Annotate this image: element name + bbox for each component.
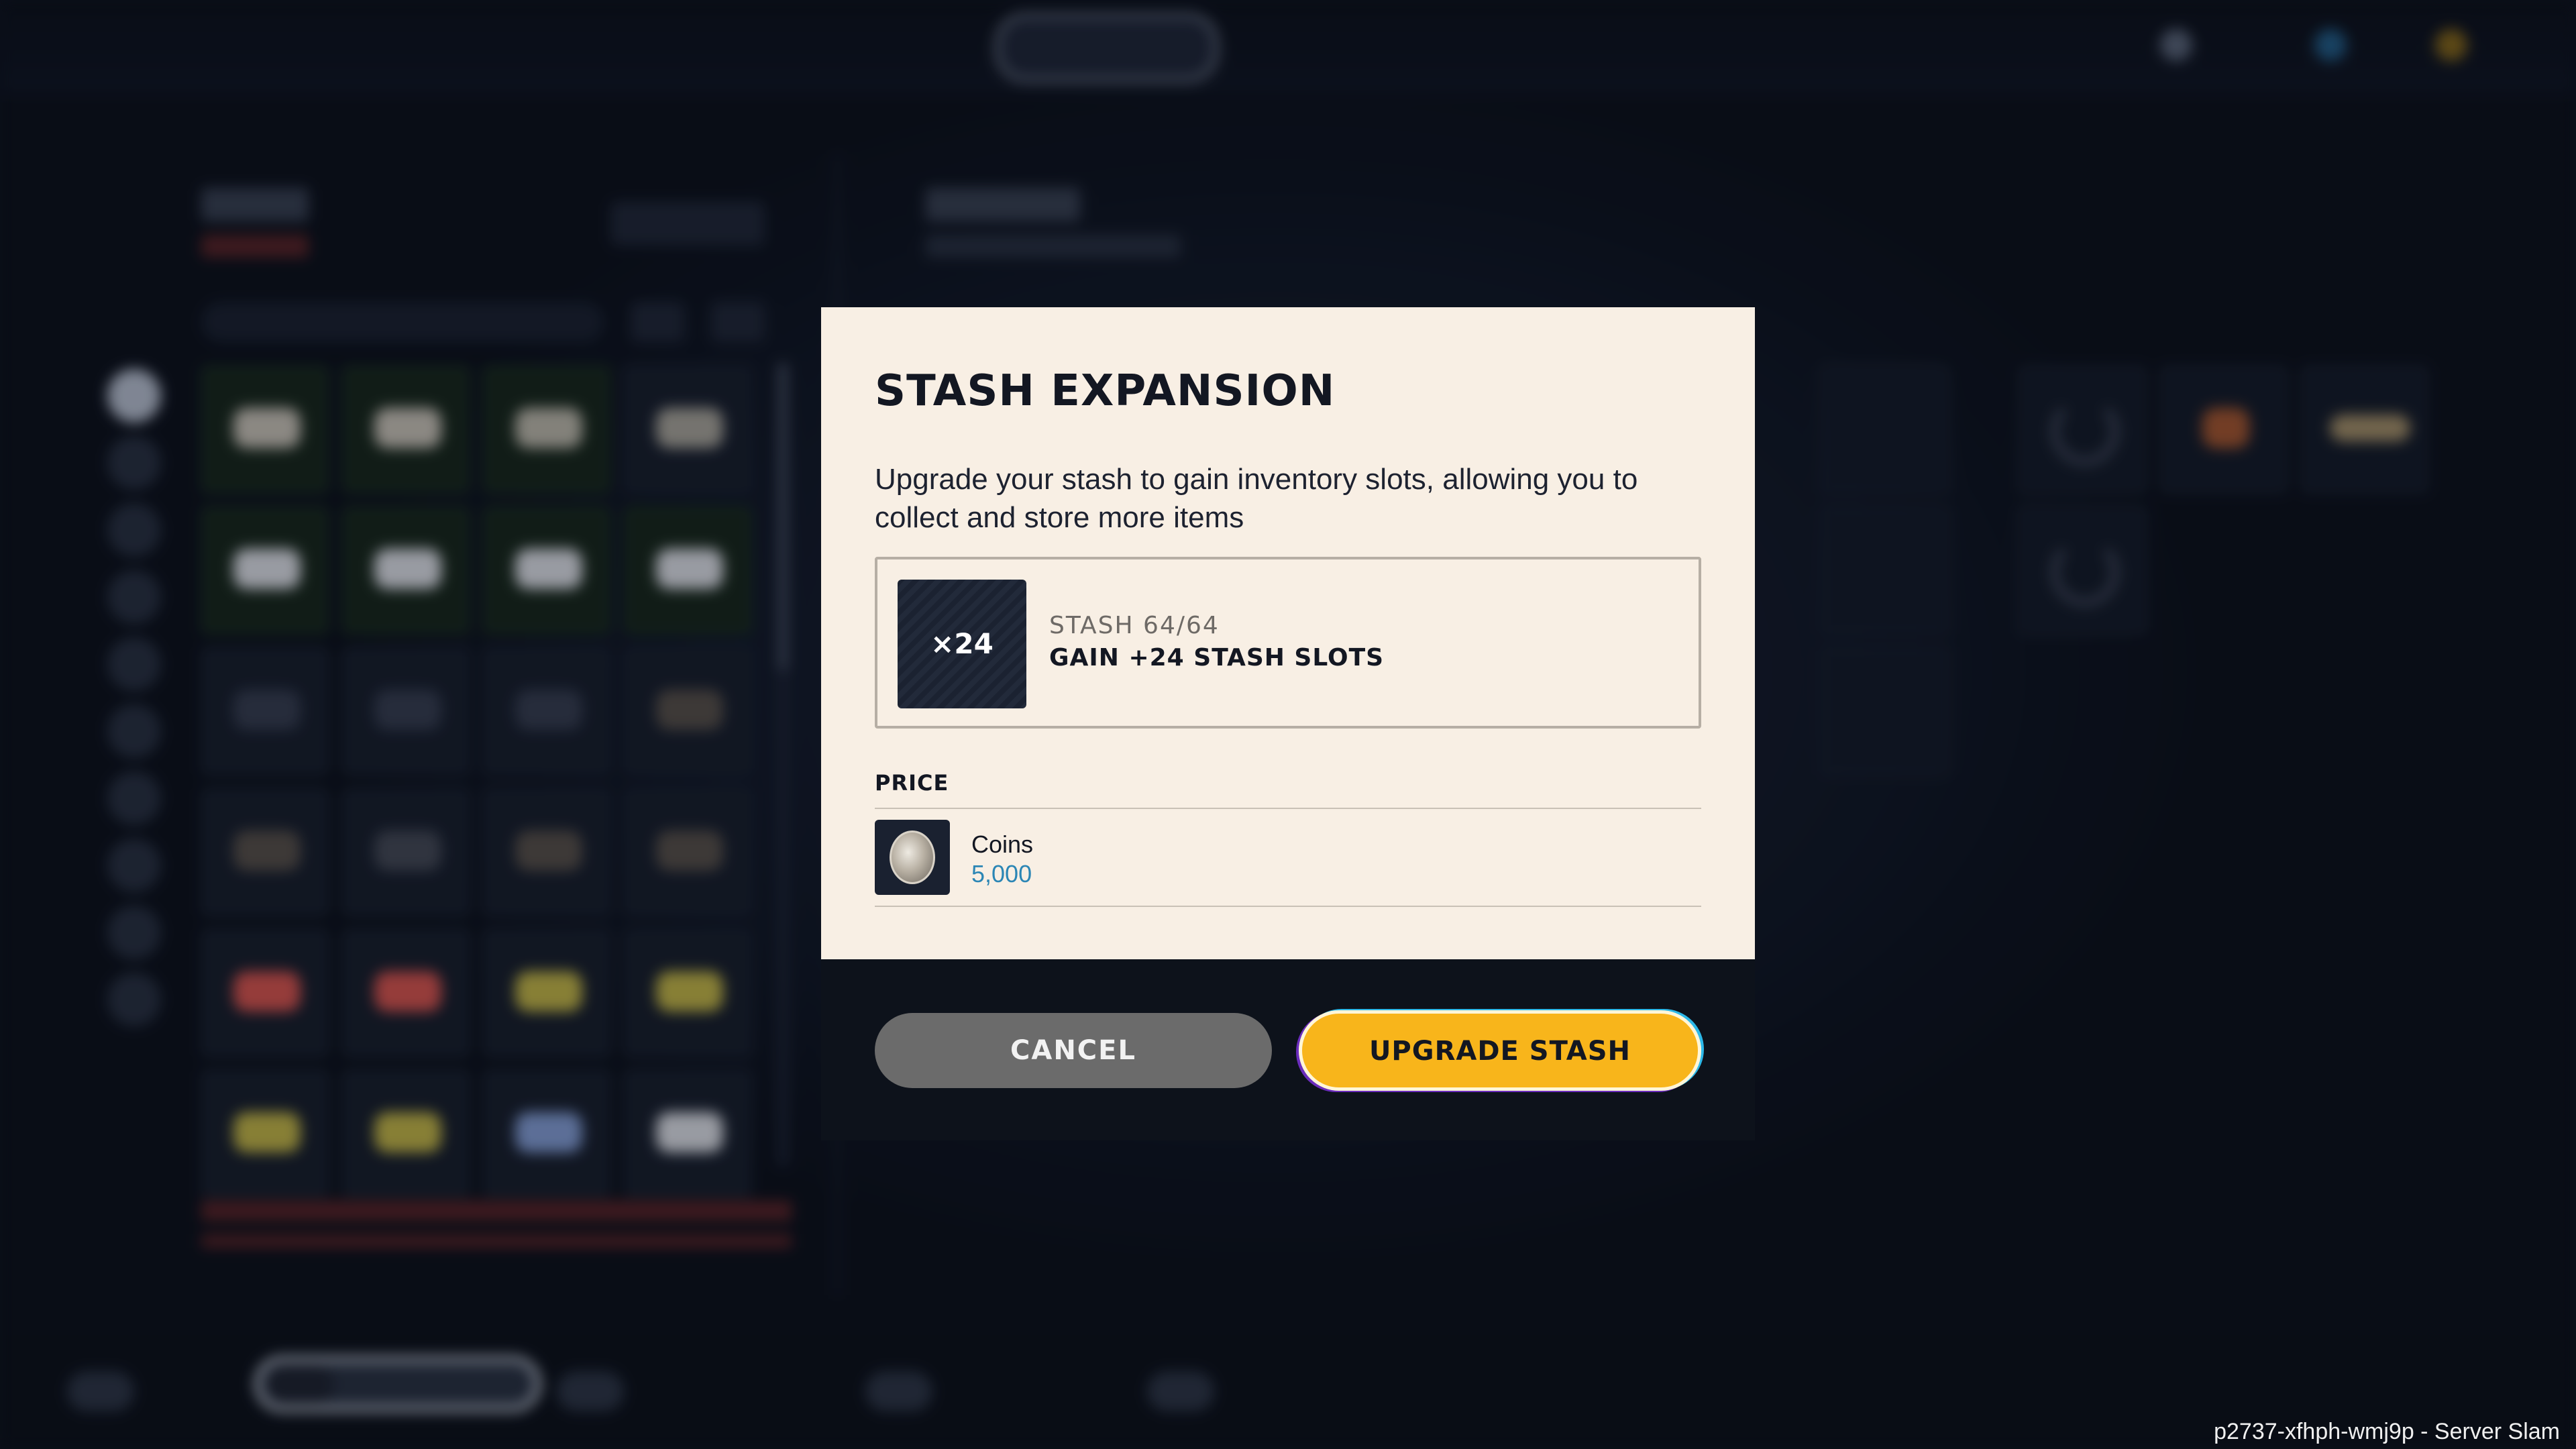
dialog-footer: CANCEL UPGRADE STASH [821,959,1755,1140]
dialog-body: STASH EXPANSION Upgrade your stash to ga… [821,307,1755,959]
price-label: PRICE [875,770,949,796]
price-currency-name: Coins [971,830,1034,858]
cancel-button[interactable]: CANCEL [875,1013,1272,1088]
price-divider-bottom [875,906,1701,907]
coin-icon [875,820,950,895]
upgrade-stash-button[interactable]: UPGRADE STASH [1299,1010,1701,1091]
stash-gain: GAIN +24 STASH SLOTS [1049,644,1385,672]
dialog-title: STASH EXPANSION [875,366,1336,416]
stash-expansion-dialog: STASH EXPANSION Upgrade your stash to ga… [821,307,1755,1140]
dialog-description: Upgrade your stash to gain inventory slo… [875,463,1638,534]
price-divider-top [875,808,1701,809]
stash-slots-icon: ×24 [898,580,1026,708]
stash-offer-card: ×24 STASH 64/64 GAIN +24 STASH SLOTS [875,557,1701,729]
price-amount: 5,000 [971,860,1032,888]
build-watermark: p2737-xfhph-wmj9p - Server Slam [2214,1419,2560,1444]
stash-capacity: STASH 64/64 [1049,612,1220,639]
